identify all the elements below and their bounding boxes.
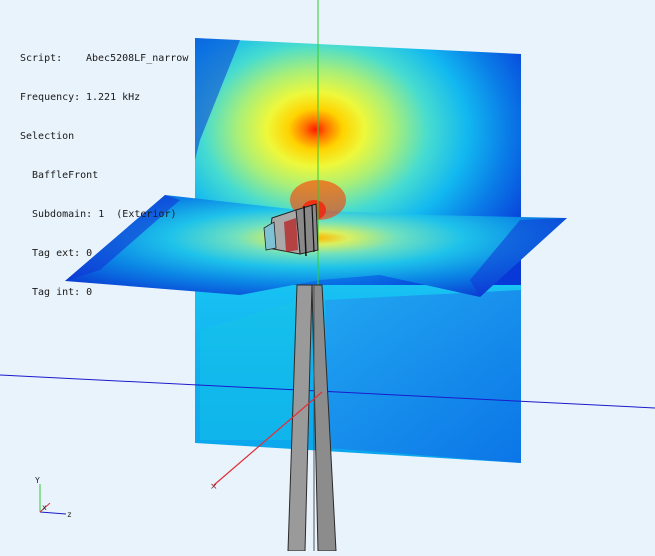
selection-tag-ext: Tag ext: 0 (32, 248, 93, 259)
selection-label: Selection (20, 131, 75, 142)
triad-z-label: z (67, 510, 72, 519)
triad-y-label: Y (35, 476, 40, 485)
frequency-row: Frequency: 1.221 kHz (20, 91, 188, 104)
triad-x-label: x (42, 503, 47, 512)
script-label: Script: (20, 53, 63, 64)
info-panel: Script: Abec5208LF_narrow Frequency: 1.221… (20, 26, 188, 312)
script-row: Script: Abec5208LF_narrow (20, 52, 188, 65)
vertical-field-plane-lower-right (325, 290, 521, 463)
axis-cross-marker: × (210, 482, 218, 492)
script-value: Abec5208LF_narrow (86, 53, 189, 64)
selection-subdomain: Subdomain: 1 (Exterior) (32, 209, 177, 220)
frequency-value: 1.221 kHz (86, 92, 141, 103)
orientation-triad: Y x z (35, 476, 72, 519)
selection-tag-int: Tag int: 0 (32, 287, 93, 298)
selection-element: BaffleFront (32, 170, 99, 181)
frequency-label: Frequency: (20, 92, 81, 103)
